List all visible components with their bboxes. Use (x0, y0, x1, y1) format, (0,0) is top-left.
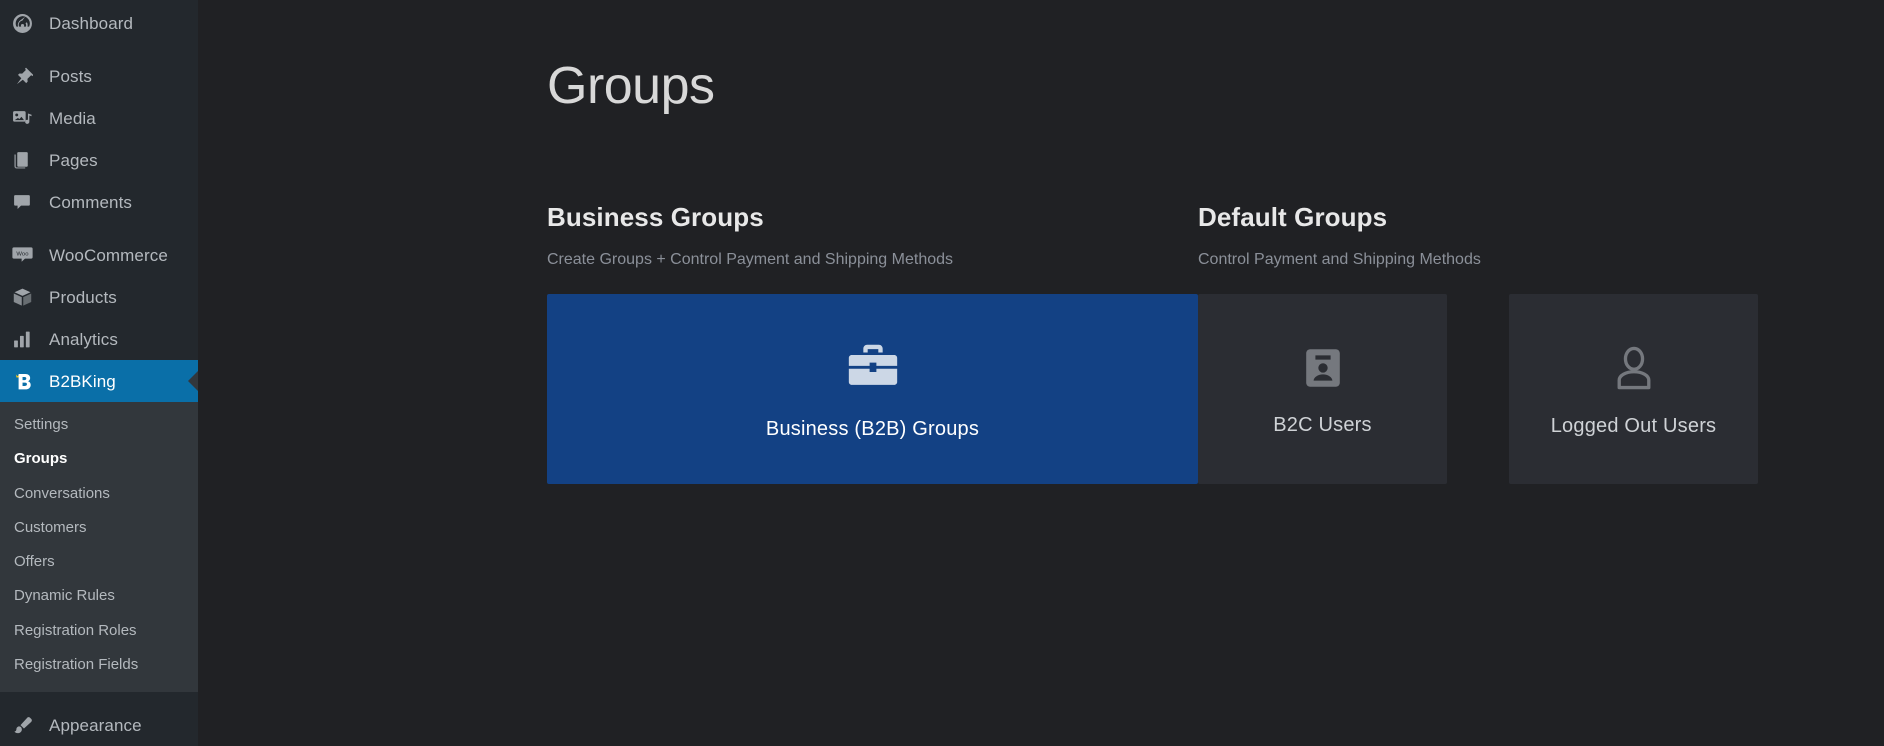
default-groups-section: Default Groups Control Payment and Shipp… (1198, 202, 1758, 485)
id-badge-icon (1299, 344, 1347, 392)
business-b2b-groups-card[interactable]: Business (B2B) Groups (547, 294, 1198, 485)
sidebar-item-registration-fields[interactable]: Registration Fields (0, 648, 198, 682)
sidebar-item-groups[interactable]: Groups (0, 442, 198, 476)
sidebar-item-label: Media (49, 108, 96, 128)
sidebar-item-b2bking[interactable]: B2BKing (0, 360, 198, 402)
sidebar-item-analytics[interactable]: Analytics (0, 318, 198, 360)
sidebar-item-products[interactable]: Products (0, 276, 198, 318)
pages-icon (12, 149, 40, 171)
sidebar-item-comments[interactable]: Comments (0, 181, 198, 223)
sidebar-item-appearance[interactable]: Appearance (0, 704, 198, 746)
sidebar-divider (0, 223, 198, 234)
sidebar-divider (0, 44, 198, 55)
sidebar-item-label: Appearance (49, 715, 142, 735)
sidebar-item-registration-roles[interactable]: Registration Roles (0, 614, 198, 648)
svg-text:Woo: Woo (16, 252, 29, 258)
business-groups-cards: Business (B2B) Groups (547, 294, 1198, 485)
default-groups-cards: B2C Users Logged Out Users (1198, 294, 1758, 485)
media-icon (12, 107, 40, 129)
sidebar-item-posts[interactable]: Posts (0, 55, 198, 97)
bar-chart-icon (12, 328, 40, 350)
wordpress-admin-screen: Dashboard Posts Media Pages Comments Woo… (0, 0, 1884, 746)
logged-out-users-card-label: Logged Out Users (1550, 414, 1717, 437)
sidebar-item-media[interactable]: Media (0, 97, 198, 139)
b2bking-submenu: Settings Groups Conversations Customers … (0, 402, 198, 692)
sidebar-item-label: Pages (49, 150, 98, 170)
sidebar-item-pages[interactable]: Pages (0, 139, 198, 181)
sidebar-item-dashboard[interactable]: Dashboard (0, 2, 198, 44)
business-groups-section: Business Groups Create Groups + Control … (547, 202, 1198, 485)
page-title: Groups (547, 57, 715, 115)
groups-columns: Business Groups Create Groups + Control … (198, 202, 1884, 485)
sidebar-item-label: Analytics (49, 329, 118, 349)
briefcase-icon (844, 339, 902, 397)
sidebar-item-label: WooCommerce (49, 245, 168, 265)
business-groups-heading: Business Groups (547, 202, 764, 233)
default-groups-heading: Default Groups (1198, 202, 1388, 233)
comment-icon (12, 191, 40, 213)
default-groups-subheading: Control Payment and Shipping Methods (1198, 251, 1481, 269)
brush-icon (12, 714, 40, 736)
box-icon (12, 286, 40, 308)
sidebar-lower-section: Appearance (0, 692, 198, 746)
sidebar-item-conversations[interactable]: Conversations (0, 477, 198, 511)
sidebar-item-label: B2BKing (49, 371, 116, 391)
sidebar-item-settings[interactable]: Settings (0, 408, 198, 442)
business-b2b-groups-card-label: Business (B2B) Groups (765, 418, 980, 441)
b2c-users-card-label: B2C Users (1273, 413, 1372, 436)
woo-icon: Woo (12, 244, 40, 266)
sidebar-item-label: Products (49, 287, 117, 307)
dashboard-icon (12, 12, 40, 34)
person-outline-icon (1609, 343, 1659, 393)
sidebar-item-dynamic-rules[interactable]: Dynamic Rules (0, 579, 198, 613)
sidebar-item-label: Posts (49, 66, 93, 86)
b2bking-icon (12, 370, 40, 392)
logged-out-users-card[interactable]: Logged Out Users (1509, 294, 1758, 485)
main-content: Groups Business Groups Create Groups + C… (198, 0, 1884, 746)
chevron-left-icon (188, 370, 198, 392)
sidebar-item-offers[interactable]: Offers (0, 545, 198, 579)
business-groups-subheading: Create Groups + Control Payment and Ship… (547, 251, 954, 269)
sidebar-item-woocommerce[interactable]: Woo WooCommerce (0, 234, 198, 276)
b2c-users-card[interactable]: B2C Users (1198, 294, 1447, 485)
sidebar-item-customers[interactable]: Customers (0, 511, 198, 545)
sidebar-item-label: Dashboard (49, 13, 134, 33)
sidebar-item-label: Comments (49, 192, 132, 212)
pin-icon (12, 65, 40, 87)
admin-sidebar: Dashboard Posts Media Pages Comments Woo… (0, 0, 198, 746)
